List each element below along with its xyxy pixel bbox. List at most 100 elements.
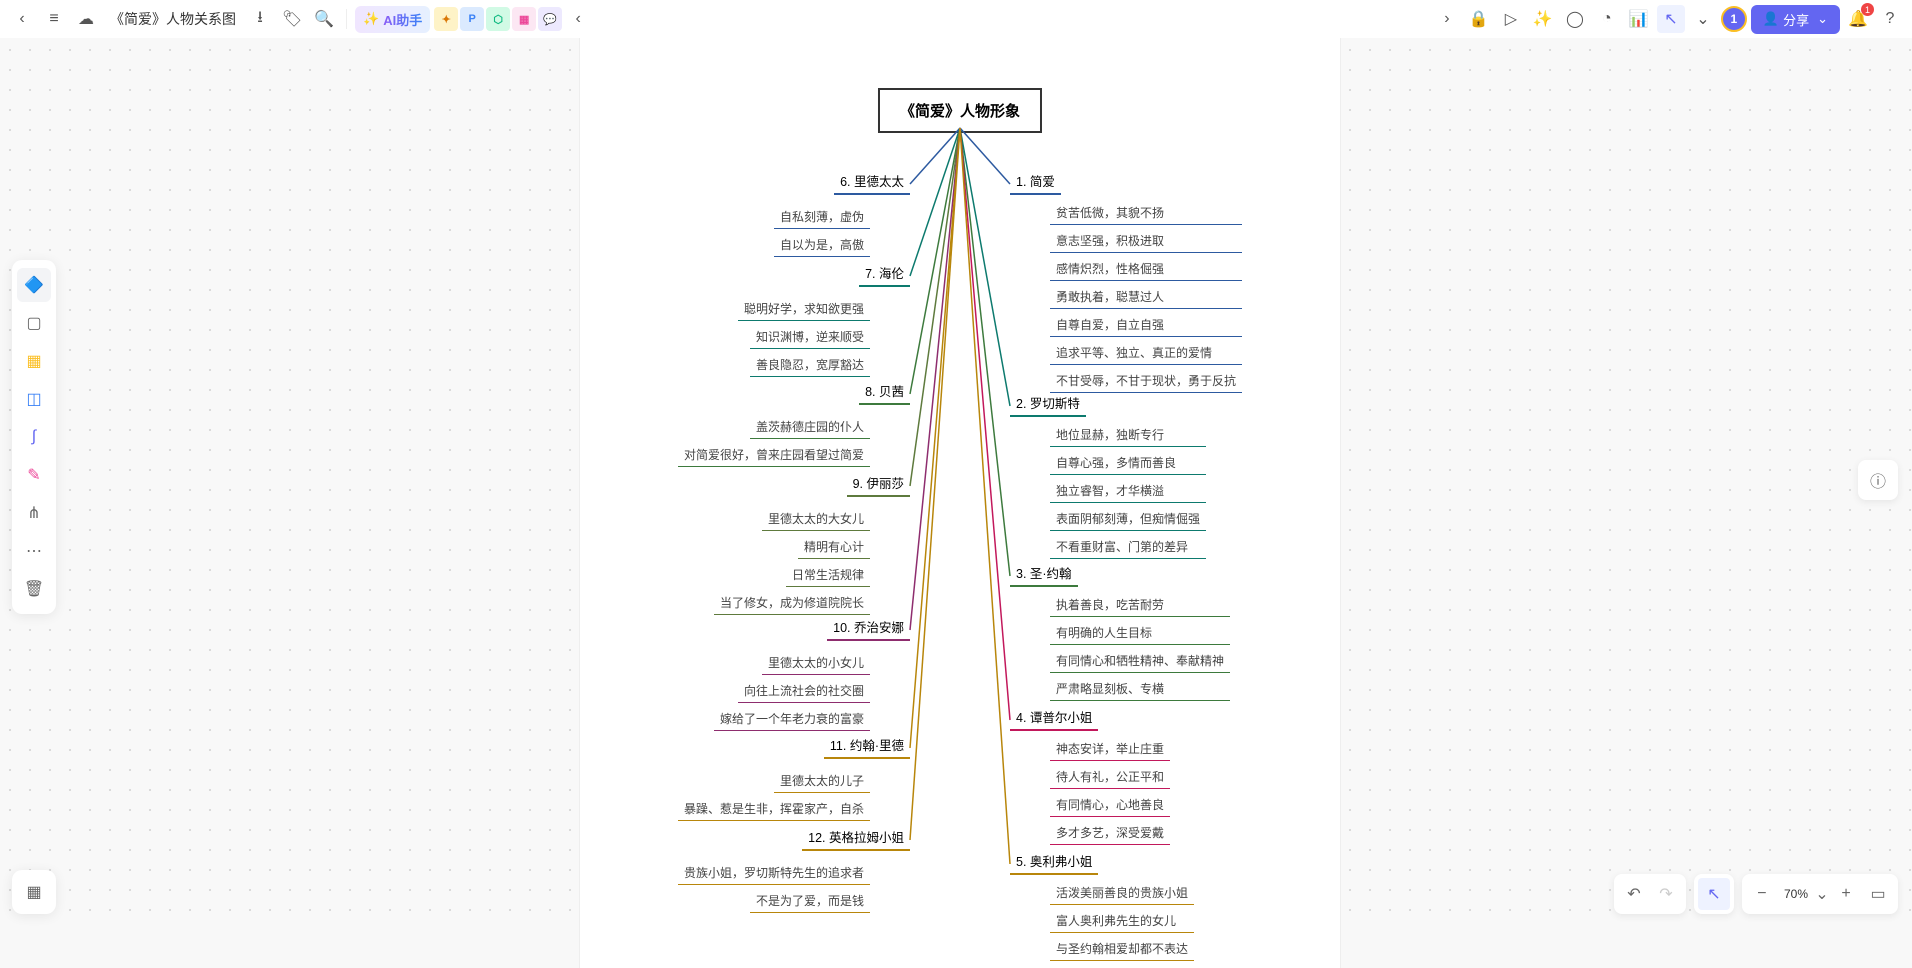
circle-icon[interactable]: ◯ (1561, 5, 1589, 33)
branch-item[interactable]: 意志坚强，积极进取 (1050, 229, 1242, 253)
branch-right-3[interactable]: 4. 谭普尔小姐神态安详，举止庄重待人有礼，公正平和有同情心，心地善良多才多艺，… (1010, 704, 1170, 845)
branch-item[interactable]: 嫁给了一个年老力衰的富豪 (714, 707, 870, 731)
branch-item[interactable]: 感情炽烈，性格倔强 (1050, 257, 1242, 281)
lock-icon[interactable]: 🔒 (1465, 5, 1493, 33)
branch-item[interactable]: 盖茨赫德庄园的仆人 (750, 415, 870, 439)
branch-item[interactable]: 待人有礼，公正平和 (1050, 765, 1170, 789)
branch-item[interactable]: 善良隐忍，宽厚豁达 (750, 353, 870, 377)
tool-note[interactable]: ▦ (17, 344, 51, 378)
branch-item[interactable]: 表面阴郁刻薄，但痴情倔强 (1050, 507, 1206, 531)
expand-button[interactable]: › (1433, 5, 1461, 33)
tool-more[interactable]: ⋯ (17, 534, 51, 568)
branch-item[interactable]: 自尊心强，多情而善良 (1050, 451, 1206, 475)
tool-line[interactable]: ∫ (17, 420, 51, 454)
branch-item[interactable]: 里德太太的小女儿 (762, 651, 870, 675)
branch-title[interactable]: 2. 罗切斯特 (1010, 390, 1086, 417)
branch-item[interactable]: 有同情心和牺牲精神、奉献精神 (1050, 649, 1230, 673)
branch-right-4[interactable]: 5. 奥利弗小姐活泼美丽善良的贵族小姐富人奥利弗先生的女儿与圣约翰相爱却都不表达 (1010, 848, 1194, 961)
branch-right-1[interactable]: 2. 罗切斯特地位显赫，独断专行自尊心强，多情而善良独立睿智，才华横溢表面阴郁刻… (1010, 390, 1206, 559)
cloud-icon[interactable]: ☁ (72, 5, 100, 33)
app-icon-p[interactable]: P (460, 7, 484, 31)
play-icon[interactable]: ▷ (1497, 5, 1525, 33)
dropdown-icon[interactable]: ⌄ (1689, 5, 1717, 33)
root-node[interactable]: 《简爱》人物形象 (878, 88, 1042, 133)
branch-item[interactable]: 活泼美丽善良的贵族小姐 (1050, 881, 1194, 905)
download-button[interactable]: ⭳ (246, 5, 274, 33)
branch-title[interactable]: 8. 贝茜 (859, 378, 910, 405)
avatar[interactable]: 1 (1721, 6, 1747, 32)
tool-pen[interactable]: ✎ (17, 458, 51, 492)
branch-left-4[interactable]: 10. 乔治安娜里德太太的小女儿向往上流社会的社交圈嫁给了一个年老力衰的富豪 (714, 614, 910, 731)
cursor-mode[interactable]: ↖ (1657, 5, 1685, 33)
branch-item[interactable]: 严肃略显刻板、专横 (1050, 677, 1230, 701)
branch-item[interactable]: 知识渊博，逆来顺受 (750, 325, 870, 349)
branch-title[interactable]: 7. 海伦 (859, 260, 910, 287)
branch-right-2[interactable]: 3. 圣·约翰执着善良，吃苦耐劳有明确的人生目标有同情心和牺牲精神、奉献精神严肃… (1010, 560, 1230, 701)
branch-item[interactable]: 自尊自爱，自立自强 (1050, 313, 1242, 337)
branch-item[interactable]: 有明确的人生目标 (1050, 621, 1230, 645)
collapse-apps[interactable]: ‹ (564, 5, 592, 33)
branch-title[interactable]: 12. 英格拉姆小姐 (802, 824, 910, 851)
search-button[interactable]: 🔍 (310, 5, 338, 33)
branch-left-5[interactable]: 11. 约翰·里德里德太太的儿子暴躁、惹是生非，挥霍家产，自杀 (678, 732, 910, 821)
timer-icon[interactable]: ◔ (1593, 5, 1621, 33)
branch-item[interactable]: 自私刻薄，虚伪 (774, 205, 870, 229)
branch-item[interactable]: 暴躁、惹是生非，挥霍家产，自杀 (678, 797, 870, 821)
back-button[interactable]: ‹ (8, 5, 36, 33)
app-icon-1[interactable]: ✦ (434, 7, 458, 31)
ai-assistant-button[interactable]: ✨ AI助手 (355, 6, 430, 33)
tool-shape[interactable]: ◫ (17, 382, 51, 416)
notifications-button[interactable]: 🔔1 (1844, 5, 1872, 33)
branch-item[interactable]: 当了修女，成为修道院院长 (714, 591, 870, 615)
tool-mindmap[interactable]: ⋔ (17, 496, 51, 530)
branch-left-6[interactable]: 12. 英格拉姆小姐贵族小姐，罗切斯特先生的追求者不是为了爱，而是钱 (678, 824, 910, 913)
branch-item[interactable]: 勇敢执着，聪慧过人 (1050, 285, 1242, 309)
share-button[interactable]: 👤 分享 ⌄ (1751, 5, 1840, 34)
branch-item[interactable]: 不是为了爱，而是钱 (750, 889, 870, 913)
branch-title[interactable]: 11. 约翰·里德 (824, 732, 910, 759)
branch-title[interactable]: 1. 简爱 (1010, 168, 1061, 195)
branch-item[interactable]: 独立睿智，才华横溢 (1050, 479, 1206, 503)
branch-item[interactable]: 自以为是，高傲 (774, 233, 870, 257)
branch-item[interactable]: 富人奥利弗先生的女儿 (1050, 909, 1194, 933)
branch-title[interactable]: 6. 里德太太 (834, 168, 910, 195)
tool-logo[interactable]: 🔷 (17, 268, 51, 302)
branch-title[interactable]: 5. 奥利弗小姐 (1010, 848, 1098, 875)
branch-item[interactable]: 贫苦低微，其貌不扬 (1050, 201, 1242, 225)
help-button[interactable]: ? (1876, 5, 1904, 33)
branch-title[interactable]: 3. 圣·约翰 (1010, 560, 1078, 587)
branch-item[interactable]: 多才多艺，深受爱戴 (1050, 821, 1170, 845)
branch-item[interactable]: 日常生活规律 (786, 563, 870, 587)
tag-button[interactable]: 🏷 (278, 5, 306, 33)
branch-item[interactable]: 有同情心，心地善良 (1050, 793, 1170, 817)
branch-item[interactable]: 向往上流社会的社交圈 (738, 679, 870, 703)
branch-title[interactable]: 10. 乔治安娜 (827, 614, 910, 641)
tool-trash[interactable]: 🗑 (17, 572, 51, 606)
branch-right-0[interactable]: 1. 简爱贫苦低微，其貌不扬意志坚强，积极进取感情炽烈，性格倔强勇敢执着，聪慧过… (1010, 168, 1242, 393)
app-icon-4[interactable]: ▦ (512, 7, 536, 31)
app-icon-3[interactable]: ⬡ (486, 7, 510, 31)
branch-left-3[interactable]: 9. 伊丽莎里德太太的大女儿精明有心计日常生活规律当了修女，成为修道院院长 (714, 470, 910, 615)
branch-left-0[interactable]: 6. 里德太太自私刻薄，虚伪自以为是，高傲 (774, 168, 910, 257)
branch-title[interactable]: 9. 伊丽莎 (847, 470, 910, 497)
branch-item[interactable]: 与圣约翰相爱却都不表达 (1050, 937, 1194, 961)
app-icon-5[interactable]: 💬 (538, 7, 562, 31)
branch-item[interactable]: 聪明好学，求知欲更强 (738, 297, 870, 321)
chart-icon[interactable]: 📊 (1625, 5, 1653, 33)
branch-item[interactable]: 地位显赫，独断专行 (1050, 423, 1206, 447)
branch-item[interactable]: 神态安详，举止庄重 (1050, 737, 1170, 761)
branch-item[interactable]: 追求平等、独立、真正的爱情 (1050, 341, 1242, 365)
branch-left-1[interactable]: 7. 海伦聪明好学，求知欲更强知识渊博，逆来顺受善良隐忍，宽厚豁达 (738, 260, 910, 377)
branch-item[interactable]: 不看重财富、门第的差异 (1050, 535, 1206, 559)
branch-item[interactable]: 里德太太的儿子 (774, 769, 870, 793)
branch-left-2[interactable]: 8. 贝茜盖茨赫德庄园的仆人对简爱很好，曾来庄园看望过简爱 (678, 378, 910, 467)
branch-item[interactable]: 里德太太的大女儿 (762, 507, 870, 531)
branch-item[interactable]: 执着善良，吃苦耐劳 (1050, 593, 1230, 617)
mindmap-sheet[interactable]: 《简爱》人物形象 1. 简爱贫苦低微，其貌不扬意志坚强，积极进取感情炽烈，性格倔… (580, 38, 1340, 968)
tool-frame[interactable]: ▢ (17, 306, 51, 340)
branch-item[interactable]: 精明有心计 (798, 535, 870, 559)
branch-title[interactable]: 4. 谭普尔小姐 (1010, 704, 1098, 731)
branch-item[interactable]: 贵族小姐，罗切斯特先生的追求者 (678, 861, 870, 885)
menu-button[interactable]: ≡ (40, 5, 68, 33)
effects-icon[interactable]: ✨ (1529, 5, 1557, 33)
